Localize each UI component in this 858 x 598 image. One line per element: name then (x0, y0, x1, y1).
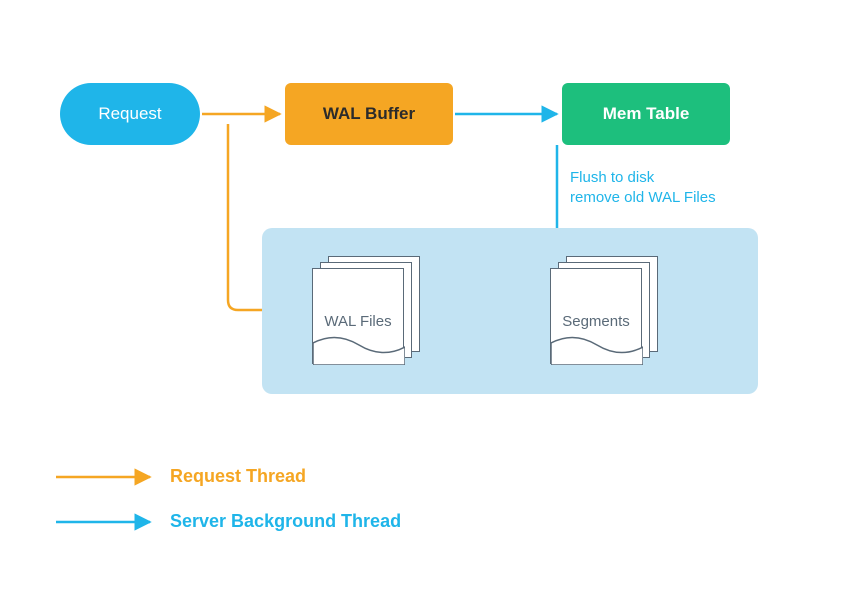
flush-annotation: Flush to disk remove old WAL Files (570, 168, 716, 207)
file-page-icon: Segments (550, 268, 642, 364)
wal-buffer-node-label: WAL Buffer (323, 104, 415, 124)
disk-container: WAL Files Segments (262, 228, 758, 394)
flush-annotation-line1: Flush to disk (570, 168, 716, 188)
legend-server-bg-thread-label: Server Background Thread (170, 511, 401, 532)
wal-buffer-node: WAL Buffer (285, 83, 453, 145)
wal-files-stack: WAL Files (312, 256, 424, 364)
mem-table-node: Mem Table (562, 83, 730, 145)
legend-server-bg-thread: Server Background Thread (56, 511, 401, 532)
legend-request-thread: Request Thread (56, 466, 306, 487)
file-page-icon: WAL Files (312, 268, 404, 364)
request-node-label: Request (98, 104, 161, 124)
flush-annotation-line2: remove old WAL Files (570, 188, 716, 208)
request-node: Request (60, 83, 200, 145)
legend-request-thread-label: Request Thread (170, 466, 306, 487)
segments-label: Segments (562, 313, 630, 330)
diagram-stage: Request WAL Buffer Mem Table Flush to di… (0, 0, 858, 598)
segments-stack: Segments (550, 256, 662, 364)
mem-table-node-label: Mem Table (603, 104, 690, 124)
wal-files-label: WAL Files (324, 313, 391, 330)
